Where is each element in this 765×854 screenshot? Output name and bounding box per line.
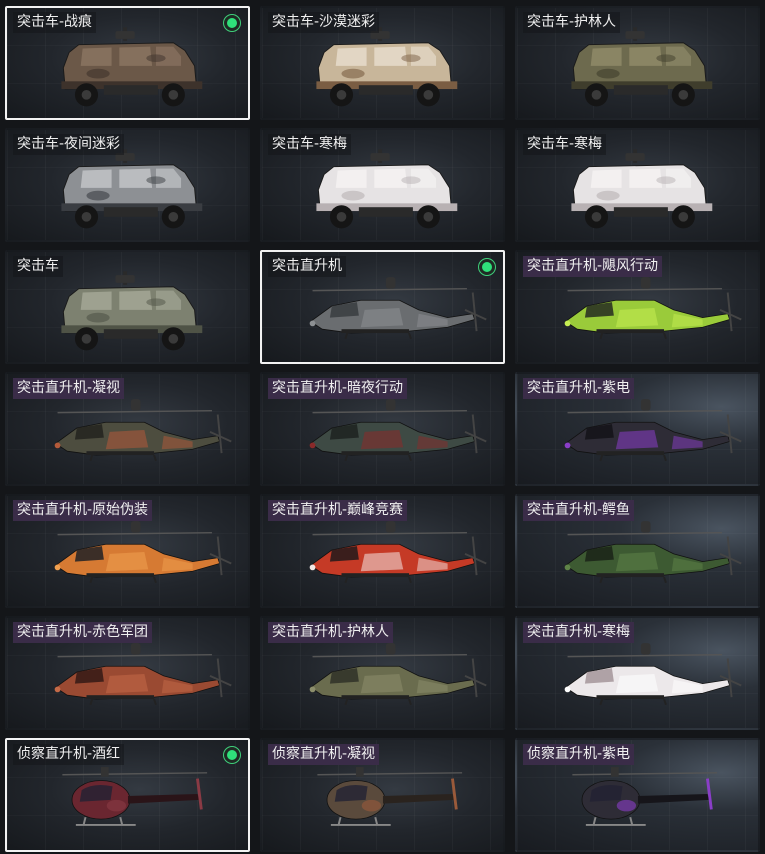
skin-name-label: 突击直升机-寒梅 — [523, 622, 635, 643]
skin-name-label: 侦察直升机-酒红 — [13, 744, 125, 765]
skin-name-label: 侦察直升机-凝视 — [268, 744, 380, 765]
skin-name-label: 突击直升机-凝视 — [13, 378, 125, 399]
skin-card[interactable]: 侦察直升机-凝视 — [260, 738, 505, 852]
skin-card[interactable]: 突击直升机-寒梅 — [515, 616, 760, 730]
skin-name-label: 突击直升机-紫电 — [523, 378, 635, 399]
vehicle-skin-grid: 突击车-战痕 突击车-沙漠迷彩 突击车-护林人 突击车-夜间迷彩 突击车-寒梅 … — [0, 0, 765, 854]
skin-card[interactable]: 突击车-战痕 — [5, 6, 250, 120]
skin-card[interactable]: 突击车-沙漠迷彩 — [260, 6, 505, 120]
skin-name-label: 突击直升机-巅峰竞赛 — [268, 500, 408, 521]
skin-name-label: 突击车-寒梅 — [523, 134, 607, 155]
skin-card[interactable]: 突击直升机-原始伪装 — [5, 494, 250, 608]
skin-name-label: 突击车-沙漠迷彩 — [268, 12, 380, 33]
skin-name-label: 突击车-夜间迷彩 — [13, 134, 125, 155]
skin-card[interactable]: 突击车-寒梅 — [515, 128, 760, 242]
skin-card[interactable]: 突击直升机-飓风行动 — [515, 250, 760, 364]
skin-name-label: 突击直升机 — [268, 256, 346, 277]
equipped-indicator-icon — [223, 14, 241, 32]
skin-card[interactable]: 突击直升机-暗夜行动 — [260, 372, 505, 486]
skin-card[interactable]: 突击车-夜间迷彩 — [5, 128, 250, 242]
skin-name-label: 突击直升机-鳄鱼 — [523, 500, 635, 521]
skin-name-label: 突击直升机-原始伪装 — [13, 500, 153, 521]
skin-name-label: 突击车 — [13, 256, 63, 277]
skin-card[interactable]: 突击车-护林人 — [515, 6, 760, 120]
skin-card[interactable]: 突击直升机-巅峰竞赛 — [260, 494, 505, 608]
skin-name-label: 突击车-战痕 — [13, 12, 97, 33]
equipped-indicator-icon — [223, 746, 241, 764]
skin-card[interactable]: 突击直升机-鳄鱼 — [515, 494, 760, 608]
skin-card[interactable]: 突击直升机 — [260, 250, 505, 364]
skin-name-label: 侦察直升机-紫电 — [523, 744, 635, 765]
skin-card[interactable]: 突击车 — [5, 250, 250, 364]
skin-card[interactable]: 侦察直升机-酒红 — [5, 738, 250, 852]
skin-name-label: 突击直升机-赤色军团 — [13, 622, 153, 643]
skin-card[interactable]: 突击直升机-凝视 — [5, 372, 250, 486]
skin-name-label: 突击直升机-护林人 — [268, 622, 394, 643]
skin-name-label: 突击直升机-飓风行动 — [523, 256, 663, 277]
skin-name-label: 突击车-护林人 — [523, 12, 621, 33]
skin-card[interactable]: 突击车-寒梅 — [260, 128, 505, 242]
skin-name-label: 突击车-寒梅 — [268, 134, 352, 155]
equipped-indicator-icon — [478, 258, 496, 276]
skin-card[interactable]: 侦察直升机-紫电 — [515, 738, 760, 852]
skin-card[interactable]: 突击直升机-赤色军团 — [5, 616, 250, 730]
skin-card[interactable]: 突击直升机-护林人 — [260, 616, 505, 730]
skin-name-label: 突击直升机-暗夜行动 — [268, 378, 408, 399]
skin-card[interactable]: 突击直升机-紫电 — [515, 372, 760, 486]
